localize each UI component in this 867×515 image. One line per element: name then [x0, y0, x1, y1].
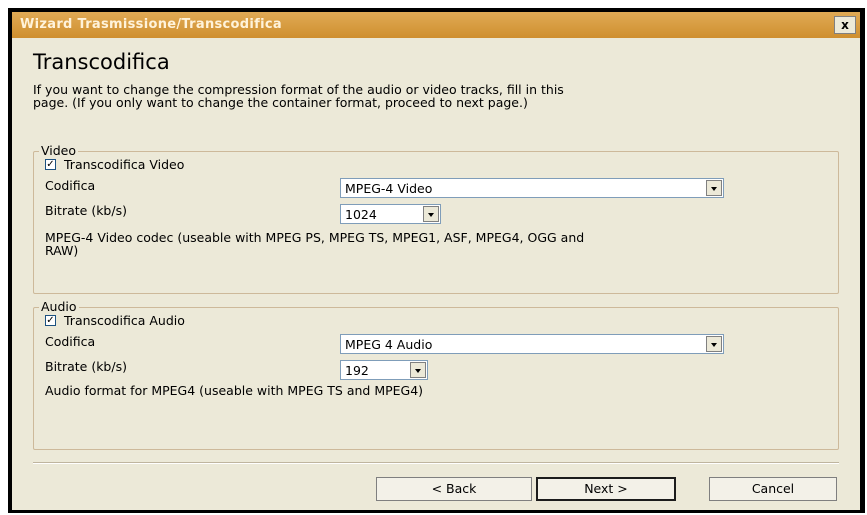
video-bitrate-select[interactable]: 1024: [340, 204, 441, 224]
title-bar[interactable]: Wizard Trasmissione/Transcodifica x: [12, 12, 860, 38]
audio-format-description: Audio format for MPEG4 (useable with MPE…: [45, 383, 424, 398]
window-title: Wizard Trasmissione/Transcodifica: [20, 17, 282, 32]
back-button[interactable]: < Back: [376, 477, 532, 501]
video-group-label: Video: [39, 143, 79, 158]
wizard-dialog: Wizard Trasmissione/Transcodifica x Tran…: [12, 12, 860, 510]
chevron-down-icon[interactable]: [410, 362, 426, 378]
transcode-video-checkbox[interactable]: ✓: [45, 159, 56, 170]
audio-codec-value: MPEG 4 Audio: [345, 337, 433, 352]
video-codec-value: MPEG-4 Video: [345, 181, 433, 196]
transcode-video-label: Transcodifica Video: [64, 157, 185, 172]
video-codec-select[interactable]: MPEG-4 Video: [340, 178, 724, 198]
cancel-button[interactable]: Cancel: [709, 477, 837, 501]
audio-group-label: Audio: [39, 299, 79, 314]
audio-bitrate-select[interactable]: 192: [340, 360, 428, 380]
next-button[interactable]: Next >: [536, 477, 676, 501]
audio-bitrate-label: Bitrate (kb/s): [45, 359, 127, 374]
checkmark-icon: ✓: [46, 315, 55, 326]
transcode-audio-label: Transcodifica Audio: [64, 313, 185, 328]
chevron-down-icon[interactable]: [706, 180, 722, 196]
button-separator: [33, 462, 839, 464]
audio-codec-select[interactable]: MPEG 4 Audio: [340, 334, 724, 354]
checkmark-icon: ✓: [46, 159, 55, 170]
video-bitrate-label: Bitrate (kb/s): [45, 203, 127, 218]
page-title: Transcodifica: [33, 50, 170, 74]
chevron-down-icon[interactable]: [423, 206, 439, 222]
video-bitrate-value: 1024: [345, 207, 377, 222]
close-icon: x: [841, 18, 849, 32]
audio-bitrate-value: 192: [345, 363, 369, 378]
video-codec-label: Codifica: [45, 178, 96, 193]
intro-text: If you want to change the compression fo…: [33, 82, 564, 110]
audio-codec-label: Codifica: [45, 334, 96, 349]
transcode-audio-checkbox[interactable]: ✓: [45, 315, 56, 326]
audio-groupbox: [33, 307, 839, 450]
chevron-down-icon[interactable]: [706, 336, 722, 352]
video-codec-description: MPEG-4 Video codec (useable with MPEG PS…: [45, 230, 585, 258]
close-button[interactable]: x: [834, 16, 856, 34]
